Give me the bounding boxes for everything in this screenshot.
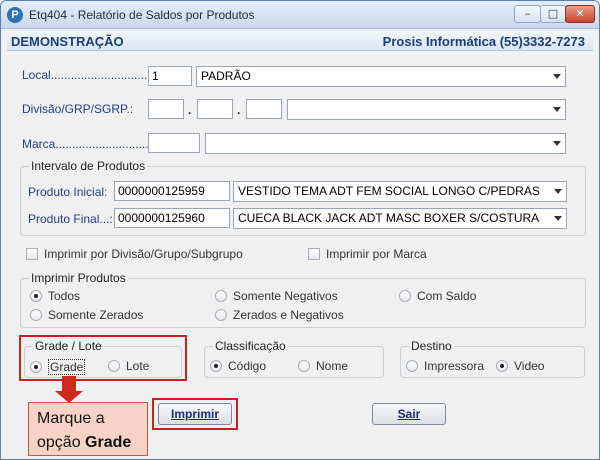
- radio-icon: [399, 290, 411, 302]
- header-banner: DEMONSTRAÇÃO Prosis Informática (55)3332…: [7, 31, 593, 51]
- classificacao-title: Classificação: [213, 339, 288, 353]
- radio-somente-negativos-label: Somente Negativos: [233, 289, 338, 303]
- checkbox-icon: [308, 248, 320, 260]
- callout-line2-prefix: opção: [37, 434, 86, 451]
- callout-line1: Marque a: [37, 410, 105, 427]
- divisao-select[interactable]: [287, 99, 566, 120]
- divisao-separator: .: [188, 103, 192, 117]
- produto-inicial-select[interactable]: VESTIDO TEMA ADT FEM SOCIAL LONGO C/PEDR…: [233, 181, 567, 202]
- callout-arrow-shaft: [62, 376, 76, 392]
- imprimir-divisao-label: Imprimir por Divisão/Grupo/Subgrupo: [44, 247, 243, 261]
- callout-text: Marque a opção Grade: [37, 407, 131, 455]
- imprimir-button[interactable]: Imprimir: [158, 403, 232, 425]
- radio-icon: [298, 360, 310, 372]
- radio-video-label: Video: [514, 359, 545, 373]
- maximize-button[interactable]: □: [540, 5, 566, 23]
- radio-selected-icon: [496, 360, 508, 372]
- local-select[interactable]: PADRÃO: [196, 66, 566, 87]
- chevron-down-icon: [553, 141, 561, 146]
- radio-impressora-label: Impressora: [424, 359, 485, 373]
- radio-icon: [215, 309, 227, 321]
- chevron-down-icon: [554, 189, 562, 194]
- radio-impressora[interactable]: Impressora: [406, 359, 484, 373]
- sair-button[interactable]: Sair: [372, 403, 446, 425]
- imprimir-divisao-checkbox[interactable]: Imprimir por Divisão/Grupo/Subgrupo: [26, 247, 243, 261]
- imprimir-produtos-title: Imprimir Produtos: [29, 271, 128, 285]
- local-select-value: PADRÃO: [201, 69, 251, 83]
- radio-icon: [215, 290, 227, 302]
- app-icon: P: [7, 7, 23, 23]
- radio-com-saldo[interactable]: Com Saldo: [399, 289, 476, 303]
- produto-final-code[interactable]: 0000000125960: [114, 208, 230, 228]
- grupo-separator: .: [237, 103, 241, 117]
- imprimir-marca-checkbox[interactable]: Imprimir por Marca: [308, 247, 427, 261]
- radio-selected-icon: [30, 290, 42, 302]
- produto-final-desc: CUECA BLACK JACK ADT MASC BOXER S/COSTUR…: [238, 211, 540, 225]
- produto-final-label: Produto Final...:: [28, 212, 113, 226]
- checkbox-icon: [26, 248, 38, 260]
- title-bar[interactable]: P Etq404 - Relatório de Saldos por Produ…: [1, 1, 599, 29]
- instruction-callout: Marque a opção Grade: [28, 402, 148, 456]
- radio-somente-zerados-label: Somente Zerados: [48, 308, 144, 322]
- radio-nome[interactable]: Nome: [298, 359, 348, 373]
- produto-final-select[interactable]: CUECA BLACK JACK ADT MASC BOXER S/COSTUR…: [233, 208, 567, 229]
- callout-line2-bold: Grade: [85, 434, 132, 451]
- grade-lote-highlight: [19, 335, 187, 381]
- radio-icon: [30, 309, 42, 321]
- radio-zerados-negativos-label: Zerados e Negativos: [233, 308, 344, 322]
- radio-codigo[interactable]: Código: [210, 359, 266, 373]
- radio-selected-icon: [210, 360, 222, 372]
- local-label: Local.................................:: [22, 68, 165, 82]
- imprimir-marca-label: Imprimir por Marca: [326, 247, 427, 261]
- radio-todos[interactable]: Todos: [30, 289, 80, 303]
- marca-select[interactable]: [205, 133, 566, 154]
- radio-nome-label: Nome: [316, 359, 349, 373]
- radio-somente-negativos[interactable]: Somente Negativos: [215, 289, 338, 303]
- grupo-input[interactable]: [197, 99, 233, 119]
- close-button[interactable]: ✕: [565, 5, 595, 23]
- marca-code-input[interactable]: [148, 133, 200, 153]
- chevron-down-icon: [553, 74, 561, 79]
- destino-title: Destino: [409, 339, 454, 353]
- radio-somente-zerados[interactable]: Somente Zerados: [30, 308, 143, 322]
- company-contact: Prosis Informática (55)3332-7273: [382, 34, 585, 49]
- produto-inicial-code[interactable]: 0000000125959: [114, 181, 230, 201]
- intervalo-title: Intervalo de Produtos: [29, 159, 148, 173]
- radio-video[interactable]: Video: [496, 359, 544, 373]
- chevron-down-icon: [554, 216, 562, 221]
- chevron-down-icon: [553, 107, 561, 112]
- produto-inicial-desc: VESTIDO TEMA ADT FEM SOCIAL LONGO C/PEDR…: [238, 184, 540, 198]
- minimize-button[interactable]: –: [514, 5, 541, 23]
- divisao-label: Divisão/GRP/SGRP.:: [22, 102, 134, 116]
- demo-label: DEMONSTRAÇÃO: [11, 34, 124, 49]
- radio-zerados-negativos[interactable]: Zerados e Negativos: [215, 308, 344, 322]
- radio-com-saldo-label: Com Saldo: [417, 289, 477, 303]
- produto-inicial-label: Produto Inicial:: [28, 185, 108, 199]
- radio-todos-label: Todos: [48, 289, 81, 303]
- radio-icon: [406, 360, 418, 372]
- marca-label: Marca..............................:: [22, 137, 159, 151]
- radio-codigo-label: Código: [228, 359, 267, 373]
- local-code-input[interactable]: 1: [148, 66, 192, 86]
- divisao-input[interactable]: [148, 99, 184, 119]
- subgrupo-input[interactable]: [246, 99, 282, 119]
- window-title: Etq404 - Relatório de Saldos por Produto…: [29, 8, 255, 22]
